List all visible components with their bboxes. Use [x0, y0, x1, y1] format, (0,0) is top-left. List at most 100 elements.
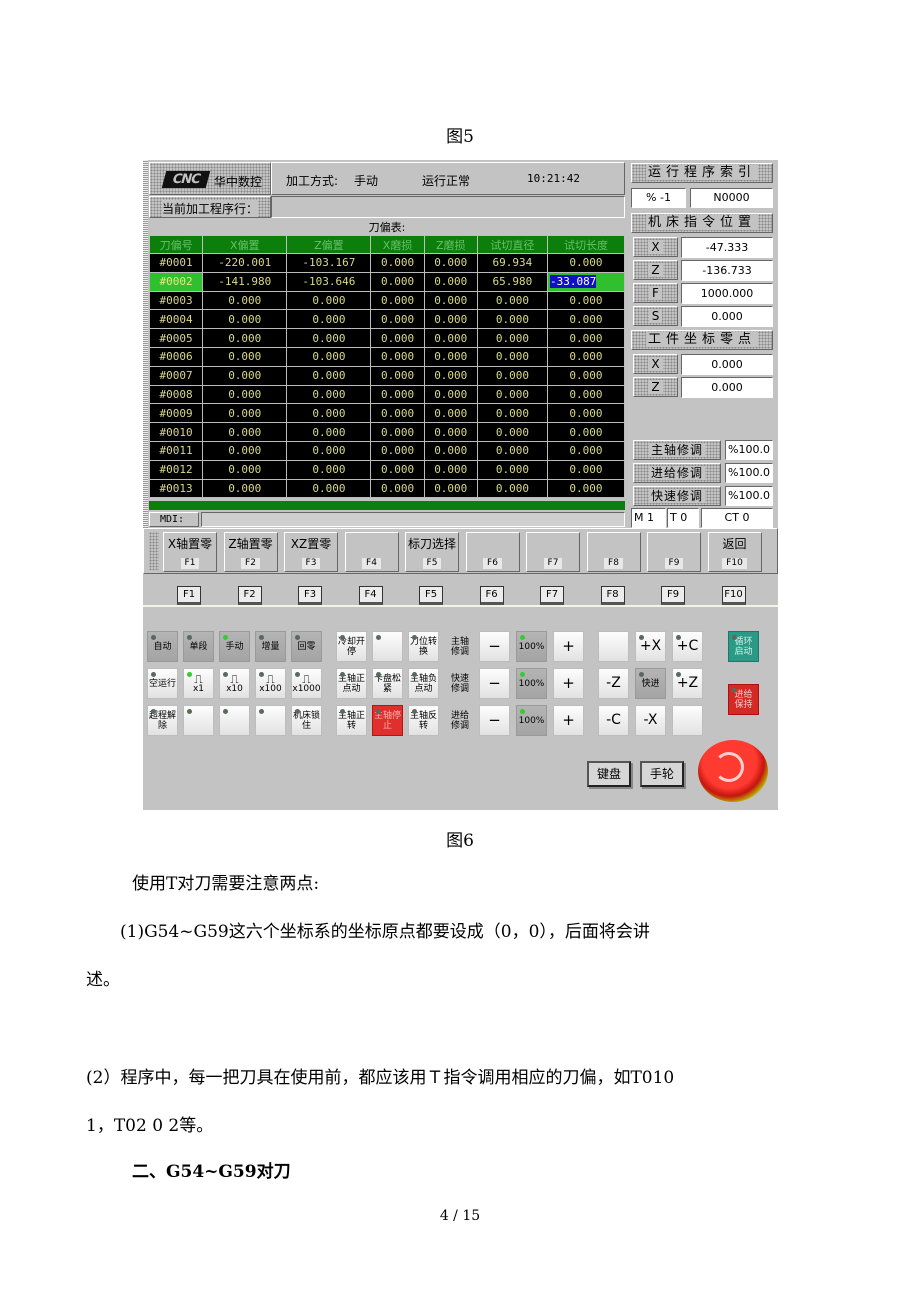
table-cell[interactable]: 0.000	[202, 346, 288, 367]
fkey-f6[interactable]: F6	[479, 586, 504, 605]
keyboard-button[interactable]: 键盘	[587, 761, 631, 787]
softkey-f6[interactable]: F6	[465, 532, 520, 572]
table-cell[interactable]: 0.000	[202, 403, 288, 424]
table-cell[interactable]: 0.000	[370, 271, 425, 292]
softkey-f5[interactable]: 标刀选择 F5	[405, 532, 459, 572]
jog-button[interactable]: -Z	[598, 668, 629, 699]
table-cell[interactable]: 0.000	[546, 346, 626, 367]
table-cell[interactable]: 0.000	[546, 253, 626, 273]
table-cell[interactable]: 0.000	[476, 365, 548, 386]
table-cell[interactable]: 0.000	[546, 403, 626, 424]
mode-button[interactable]: 手动	[219, 631, 250, 662]
table-cell[interactable]: 0.000	[286, 309, 372, 330]
table-cell[interactable]: 0.000	[546, 328, 626, 348]
table-cell[interactable]: 0.000	[286, 290, 372, 311]
table-cell[interactable]: 0.000	[546, 422, 626, 442]
selected-cell-value[interactable]: -33.087	[549, 275, 597, 289]
table-cell[interactable]: 0.000	[476, 290, 548, 311]
table-cell[interactable]: 0.000	[202, 328, 288, 348]
jog-button[interactable]: 快进	[635, 668, 666, 699]
table-row[interactable]: #0008 0.000 0.000 0.000 0.000 0.000 0.000	[148, 384, 626, 405]
override-plus-button[interactable]: +	[553, 631, 584, 662]
table-cell[interactable]: 0.000	[546, 459, 626, 480]
table-cell[interactable]: 0.000	[476, 478, 548, 499]
table-row[interactable]: #0011 0.000 0.000 0.000 0.000 0.000 0.000	[148, 440, 626, 461]
table-cell[interactable]: 0.000	[423, 253, 478, 273]
table-cell[interactable]: -103.646	[286, 271, 372, 292]
tool-offset-id[interactable]: #0004	[148, 309, 204, 330]
table-cell[interactable]: 0.000	[476, 328, 548, 348]
spindle-button[interactable]	[372, 631, 403, 662]
jog-button[interactable]: +C	[672, 631, 703, 662]
jog-button[interactable]	[672, 705, 703, 736]
table-row[interactable]: #0013 0.000 0.000 0.000 0.000 0.000 0.000	[148, 478, 626, 499]
table-cell[interactable]: 0.000	[476, 403, 548, 424]
mode-button[interactable]	[255, 705, 286, 736]
table-row[interactable]: #0003 0.000 0.000 0.000 0.000 0.000 0.000	[148, 290, 626, 311]
tool-offset-id[interactable]: #0010	[148, 422, 204, 442]
table-cell[interactable]: -103.167	[286, 253, 372, 273]
table-row[interactable]: #0001 -220.001 -103.167 0.000 0.000 69.934 0.0…	[148, 253, 626, 273]
mode-button[interactable]: ⎍ x10	[219, 668, 250, 699]
table-cell[interactable]: 0.000	[286, 422, 372, 442]
table-cell[interactable]: 0.000	[476, 440, 548, 461]
table-cell[interactable]: 0.000	[423, 271, 478, 292]
table-cell[interactable]: 0.000	[370, 309, 425, 330]
jog-button[interactable]: +X	[635, 631, 666, 662]
table-cell[interactable]: 0.000	[370, 253, 425, 273]
mode-button[interactable]: 空运行	[147, 668, 178, 699]
tool-offset-id[interactable]: #0002	[148, 271, 204, 292]
fkey-f8[interactable]: F8	[600, 586, 625, 605]
cycle-start-button[interactable]: 循环启动	[728, 631, 759, 662]
override-plus-button[interactable]: +	[553, 705, 584, 736]
handwheel-button[interactable]: 手轮	[640, 761, 684, 787]
table-cell[interactable]: 0.000	[286, 478, 372, 499]
table-cell[interactable]: 0.000	[476, 422, 548, 442]
table-cell[interactable]: 0.000	[476, 309, 548, 330]
mode-button[interactable]: ⎍ x1000	[291, 668, 322, 699]
spindle-button[interactable]: 主轴正转	[336, 705, 367, 736]
table-cell[interactable]: 0.000	[423, 309, 478, 330]
fkey-f10[interactable]: F10	[721, 586, 746, 605]
table-cell[interactable]: 0.000	[370, 403, 425, 424]
softkey-f7[interactable]: F7	[526, 532, 580, 572]
override-minus-button[interactable]: −	[479, 631, 510, 662]
table-cell[interactable]: 0.000	[370, 478, 425, 499]
tool-offset-id[interactable]: #0006	[148, 346, 204, 367]
table-cell[interactable]: 0.000	[423, 290, 478, 311]
table-row[interactable]: #0002 -141.980 -103.646 0.000 0.000 65.980 -33…	[148, 271, 626, 292]
table-row[interactable]: #0010 0.000 0.000 0.000 0.000 0.000 0.000	[148, 422, 626, 442]
softkey-f4[interactable]: F4	[344, 532, 399, 572]
table-row[interactable]: #0009 0.000 0.000 0.000 0.000 0.000 0.000	[148, 403, 626, 424]
spindle-button[interactable]: 主轴反转	[408, 705, 439, 736]
table-cell[interactable]: 0.000	[370, 384, 425, 405]
jog-button[interactable]: -C	[598, 705, 629, 736]
spindle-button[interactable]: 刀位转换	[408, 631, 439, 662]
table-cell[interactable]: 0.000	[476, 384, 548, 405]
table-cell[interactable]: 69.934	[476, 253, 548, 273]
softkey-f9[interactable]: F9	[647, 532, 701, 572]
table-cell[interactable]: 0.000	[423, 422, 478, 442]
mode-button[interactable]	[183, 705, 214, 736]
feed-hold-button[interactable]: 进给保持	[728, 684, 759, 715]
table-cell[interactable]: 0.000	[286, 365, 372, 386]
table-cell[interactable]: 0.000	[423, 384, 478, 405]
override-value-button[interactable]: 100%	[516, 631, 547, 662]
table-cell[interactable]: 0.000	[423, 365, 478, 386]
tool-offset-id[interactable]: #0012	[148, 459, 204, 480]
table-cell[interactable]: 0.000	[370, 328, 425, 348]
table-cell[interactable]: 0.000	[286, 440, 372, 461]
table-cell[interactable]: 0.000	[546, 384, 626, 405]
table-cell[interactable]: -141.980	[202, 271, 288, 292]
mode-button[interactable]: 自动	[147, 631, 178, 662]
table-cell[interactable]: 0.000	[423, 346, 478, 367]
table-cell[interactable]: -33.087	[546, 271, 626, 292]
table-cell[interactable]: 0.000	[546, 478, 626, 499]
softkey-f8[interactable]: F8	[586, 532, 641, 572]
fkey-f5[interactable]: F5	[419, 586, 443, 605]
table-cell[interactable]: 0.000	[286, 328, 372, 348]
tool-offset-id[interactable]: #0008	[148, 384, 204, 405]
table-cell[interactable]: 0.000	[546, 365, 626, 386]
softkey-f10[interactable]: 返回 F10	[707, 532, 762, 572]
table-cell[interactable]: 0.000	[202, 422, 288, 442]
